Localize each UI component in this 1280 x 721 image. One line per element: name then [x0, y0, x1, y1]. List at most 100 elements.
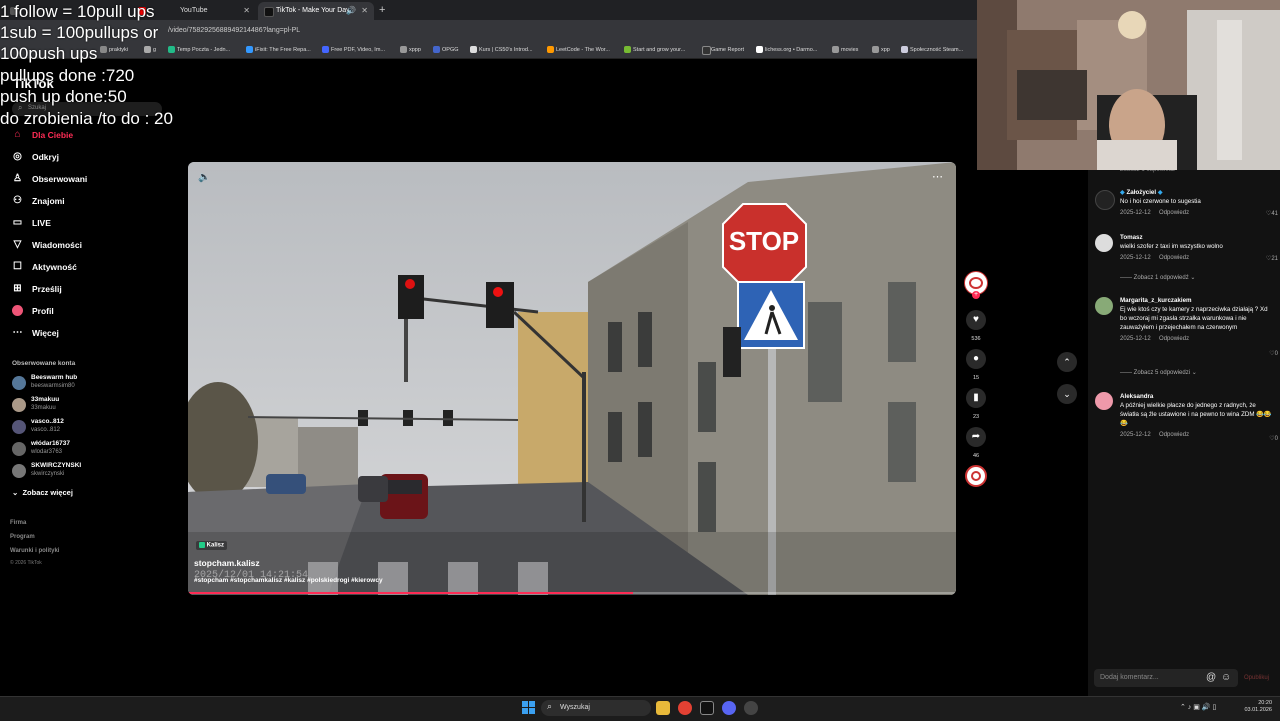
close-tab-icon[interactable]: ✕: [243, 2, 250, 20]
nav-live[interactable]: ▭ LIVE: [12, 214, 51, 232]
video-player[interactable]: STOP 🔈 ⋯ Kalisz stopcham.kalisz 2025/12/…: [188, 162, 956, 595]
windows-start-icon[interactable]: [522, 701, 536, 715]
follow-plus-icon[interactable]: +: [972, 291, 980, 299]
compass-icon: ◎: [13, 151, 22, 162]
nav-messages[interactable]: ▽ Wiadomości: [12, 236, 82, 254]
bookmark-item[interactable]: g: [144, 42, 156, 58]
comment-like[interactable]: ♡0: [1250, 435, 1278, 442]
search-icon: ⌕: [547, 701, 553, 711]
like-count: 536: [971, 336, 981, 342]
nav-explore[interactable]: ◎ Odkryj: [12, 148, 59, 166]
volume-icon[interactable]: 🔈: [198, 172, 210, 183]
bookmark-item[interactable]: movies: [832, 42, 858, 58]
chevron-down-icon: ⌄: [12, 488, 19, 497]
avatar: [12, 376, 26, 390]
more-icon: ⋯: [12, 327, 23, 338]
upload-icon: ⊞: [13, 283, 22, 294]
bookmark-item[interactable]: Społeczność Steam...: [901, 42, 986, 58]
followed-account[interactable]: vasco..812 vasco..812: [12, 418, 64, 440]
mention-icon[interactable]: @: [1206, 672, 1216, 683]
tab-tiktok[interactable]: TikTok - Make Your Day 🔊 ✕: [258, 2, 374, 20]
progress-fill: [188, 592, 634, 594]
more-options-icon[interactable]: ⋯: [932, 170, 943, 183]
comment-input[interactable]: Dodaj komentarz... @ ☺: [1094, 669, 1238, 687]
avatar[interactable]: [1095, 190, 1115, 210]
url-text[interactable]: /video/7582925688949214486?lang=pl-PL: [168, 24, 300, 38]
taskbar-search[interactable]: ⌕ Wyszukaj: [541, 700, 651, 716]
overlay-line: pullups done :720: [0, 66, 135, 85]
obs-icon[interactable]: [744, 701, 758, 715]
emoji-icon[interactable]: ☺: [1221, 672, 1231, 683]
followed-account[interactable]: 33makuu 33makuu: [12, 396, 59, 418]
comment-icon: ●: [972, 353, 980, 364]
like-button[interactable]: ♥: [966, 310, 986, 330]
sound-disc[interactable]: [965, 465, 987, 487]
reply-button[interactable]: Odpowiedz: [1159, 255, 1189, 261]
previous-video-button[interactable]: ⌃: [1057, 352, 1077, 372]
chevron-down-icon: ⌄: [1191, 370, 1197, 376]
share-button[interactable]: ➦: [966, 427, 986, 447]
clock[interactable]: 20:20 03.01.2026: [1240, 700, 1272, 714]
nav-profile[interactable]: Profil: [12, 302, 54, 320]
footer-link[interactable]: Program: [10, 534, 35, 540]
bookmark-item[interactable]: OPGG: [433, 42, 459, 58]
nav-upload[interactable]: ⊞ Prześlij: [12, 280, 61, 298]
heart-icon: ♥: [973, 314, 979, 325]
chevron-up-icon: ⌃: [1063, 357, 1071, 367]
bookmark-item[interactable]: Kurs | CS50's Introd...: [470, 42, 533, 58]
file-explorer-icon[interactable]: [656, 701, 670, 715]
footer-link[interactable]: Firma: [10, 520, 26, 526]
reply-button[interactable]: Odpowiedz: [1159, 210, 1189, 216]
comment-like[interactable]: ♡41: [1250, 210, 1278, 217]
nav-more[interactable]: ⋯ Więcej: [12, 324, 59, 342]
bookmarks-bar: praktyki g Temp Poczta - Jedn... iFixit:…: [0, 42, 977, 59]
chevron-down-icon: ⌄: [1190, 275, 1196, 281]
comment-like[interactable]: ♡0: [1250, 350, 1278, 357]
avatar[interactable]: [1095, 234, 1113, 252]
view-replies-link[interactable]: —— Zobacz 5 odpowiedzi ⌄: [1120, 369, 1197, 376]
tray-icons[interactable]: ⌃ ♪ ▣ 🔊 ▯: [1180, 703, 1216, 711]
comment-button[interactable]: ●: [966, 349, 986, 369]
close-tab-icon[interactable]: ✕: [361, 2, 368, 20]
bookmark-item[interactable]: Game Report: [702, 42, 744, 58]
bookmark-item[interactable]: Temp Poczta - Jedn...: [168, 42, 230, 58]
bookmark-item[interactable]: xpp: [872, 42, 890, 58]
share-count: 46: [972, 453, 980, 459]
video-author[interactable]: stopcham.kalisz: [194, 558, 260, 568]
post-comment-button[interactable]: Opublikuj: [1244, 675, 1269, 681]
bookmark-item[interactable]: praktyki: [100, 42, 128, 58]
app-icon[interactable]: [700, 701, 714, 715]
nav-activity[interactable]: ☐ Aktywność: [12, 258, 77, 276]
view-replies-link[interactable]: —— Zobacz 1 odpowiedź ⌄: [1120, 274, 1195, 281]
discord-icon[interactable]: [722, 701, 736, 715]
comment-like[interactable]: ♡21: [1250, 255, 1278, 262]
new-tab-button[interactable]: +: [379, 2, 385, 18]
chrome-icon[interactable]: [678, 701, 692, 715]
footer-link[interactable]: Warunki i polityki: [10, 548, 59, 554]
avatar[interactable]: [1095, 297, 1113, 315]
activity-icon: ☐: [13, 261, 22, 272]
bookmark-item[interactable]: Free PDF, Video, Im...: [322, 42, 385, 58]
bookmark-item[interactable]: iFixit: The Free Repa...: [246, 42, 311, 58]
nav-friends[interactable]: ⚇ Znajomi: [12, 192, 65, 210]
avatar[interactable]: [1095, 392, 1113, 410]
bookmark-item[interactable]: xppp: [400, 42, 421, 58]
reply-button[interactable]: Odpowiedz: [1159, 432, 1189, 438]
followed-account[interactable]: włódar16737 wlodar3763: [12, 440, 70, 462]
followed-account[interactable]: Beeswarm hub beeswarmsim80: [12, 374, 77, 396]
nav-following[interactable]: ♙ Obserwowani: [12, 170, 87, 188]
save-button[interactable]: ▮: [966, 388, 986, 408]
bookmark-item[interactable]: LeetCode - The Wor...: [547, 42, 610, 58]
bookmark-item[interactable]: Start and grow your...: [624, 42, 685, 58]
speaker-icon[interactable]: 🔊: [346, 2, 356, 20]
bookmark-item[interactable]: lichess.org • Darmo...: [756, 42, 817, 58]
followed-account[interactable]: SKWIRCZYNSKI skwirczynski: [12, 462, 81, 484]
video-hashtags[interactable]: #stopcham #stopchamkalisz #kalisz #polsk…: [194, 577, 383, 584]
see-more-button[interactable]: ⌄ Zobacz więcej: [12, 488, 73, 497]
webcam-overlay: [977, 0, 1280, 170]
next-video-button[interactable]: ⌄: [1057, 384, 1077, 404]
save-count: 23: [972, 414, 980, 420]
location-tag[interactable]: Kalisz: [196, 541, 228, 550]
progress-track[interactable]: [188, 592, 956, 594]
reply-button[interactable]: Odpowiedz: [1159, 336, 1189, 342]
